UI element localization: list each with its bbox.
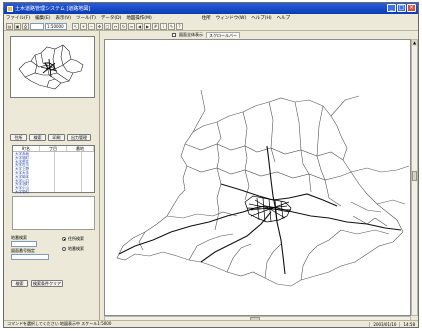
chome-column: [54, 152, 80, 192]
pan-icon[interactable]: ✥: [96, 22, 103, 30]
vertical-scrollbar[interactable]: ▲: [411, 39, 418, 316]
print-icon[interactable]: ⎙: [22, 22, 29, 30]
edit-icon[interactable]: ✎: [168, 22, 175, 30]
status-message: コマンドを選択してください 地図表示中 スケール1:5000: [7, 321, 112, 326]
save-icon[interactable]: ▣: [14, 22, 21, 30]
search-button[interactable]: 検索: [11, 280, 28, 287]
menu-file[interactable]: ファイル(F): [6, 15, 30, 21]
status-date: 2003/01/10: [369, 321, 399, 327]
address-list[interactable]: 町名 丁目 番地 大字赤坂 大字旭町 大字荒井 大字石川 大字上野 大字大手 大…: [12, 145, 95, 195]
overview-map-drawing: [18, 44, 84, 90]
close-button[interactable]: ×: [407, 4, 416, 12]
sheet-number-field[interactable]: [11, 254, 49, 260]
open-icon[interactable]: ▤: [6, 22, 13, 30]
scrollbar-tab[interactable]: スクロールバー: [206, 31, 240, 38]
help-icon[interactable]: ?: [176, 22, 183, 30]
menu-help-2[interactable]: ヘルプ: [277, 15, 291, 21]
map-canvas[interactable]: [104, 39, 411, 316]
scroll-up-icon[interactable]: ▲: [412, 40, 417, 46]
vertical-scroll-thumb[interactable]: [412, 171, 417, 181]
menu-view[interactable]: 表示(V): [55, 15, 71, 21]
tab-print[interactable]: 印刷: [48, 134, 65, 141]
window-controls: _ □ ×: [387, 4, 416, 12]
info-icon[interactable]: i: [160, 22, 167, 30]
title-bar[interactable]: 土木道路管理システム [道路地図] _ □ ×: [4, 3, 418, 14]
column-header-banchi[interactable]: 番地: [67, 146, 94, 151]
menu-window[interactable]: ウィンドウ(W): [216, 15, 246, 21]
list-item[interactable]: 大字栄町: [15, 190, 51, 195]
result-box[interactable]: [12, 196, 95, 230]
overview-checkbox-label: 図面全体表示: [179, 31, 203, 37]
arrow-left-icon[interactable]: ◀: [136, 22, 143, 30]
app-icon: [7, 5, 13, 12]
menu-help[interactable]: ヘルプ(H): [251, 15, 271, 21]
menu-edit[interactable]: 編集(E): [35, 15, 50, 21]
banchi-column: [81, 152, 95, 192]
minimize-button[interactable]: _: [387, 4, 396, 12]
lot-search-radio[interactable]: [62, 247, 66, 251]
left-panel: 住所 検索 印刷 出力管理 町名 丁目 番地 大字赤坂 大字旭町 大字荒井 大字…: [5, 31, 100, 321]
address-search-radio[interactable]: [62, 237, 66, 241]
scale-select[interactable]: 1:50000: [45, 22, 67, 30]
app-window: 土木道路管理システム [道路地図] _ □ × ファイル(F) 編集(E) 表示…: [3, 2, 419, 328]
maximize-button[interactable]: □: [397, 4, 406, 12]
menu-map[interactable]: 地図操作(M): [126, 15, 151, 21]
tab-search[interactable]: 検索: [29, 134, 46, 141]
panel-tab-row: 住所 検索 印刷 出力管理: [10, 134, 91, 141]
zoom-in-icon[interactable]: +: [80, 22, 87, 30]
layer-icon[interactable]: ≡: [128, 22, 135, 30]
clear-conditions-button[interactable]: 検索条件クリア: [31, 280, 63, 287]
road-map-drawing: [116, 89, 410, 287]
overview-map[interactable]: [10, 36, 95, 98]
tab-address[interactable]: 住所: [10, 134, 27, 141]
search-input[interactable]: [30, 22, 44, 30]
grid-icon[interactable]: #: [152, 22, 159, 30]
column-header-chome[interactable]: 丁目: [40, 146, 67, 151]
menu-tools[interactable]: ツール(T): [76, 15, 96, 21]
window-title: 土木道路管理システム [道路地図]: [15, 6, 91, 12]
lot-search-field[interactable]: [11, 241, 37, 247]
menu-data[interactable]: データ(D): [101, 15, 121, 21]
lot-search-radio-label: 地番検索: [68, 246, 84, 251]
zoom-out-icon[interactable]: −: [88, 22, 95, 30]
arrow-right-icon[interactable]: ▶: [144, 22, 151, 30]
measure-icon[interactable]: ↔: [112, 22, 119, 30]
column-header-town[interactable]: 町名: [13, 146, 40, 151]
pointer-icon[interactable]: ↖: [72, 22, 79, 30]
tab-output[interactable]: 出力管理: [67, 134, 91, 141]
status-bar: コマンドを選択してください 地図表示中 スケール1:5000 2003/01/1…: [4, 320, 418, 327]
map-options-bar: 図面全体表示 スクロールバー: [172, 31, 418, 38]
status-time: 14:58: [399, 321, 418, 327]
menu-bar: ファイル(F) 編集(E) 表示(V) ツール(T) データ(D) 地図操作(M…: [4, 14, 418, 22]
menu-address[interactable]: 住所: [202, 15, 211, 21]
town-column: 大字赤坂 大字旭町 大字荒井 大字石川 大字上野 大字大手 大字岡本 大字川口 …: [13, 152, 53, 195]
address-search-radio-label: 住所検索: [68, 236, 84, 241]
rectangle-select-icon[interactable]: □: [104, 22, 111, 30]
refresh-icon[interactable]: ↻: [120, 22, 127, 30]
overview-checkbox[interactable]: [172, 32, 176, 37]
toolbar: ▤ ▣ ⎙ 1:50000 ↖ + − ✥ □ ↔ ↻ ≡ ◀ ▶ # i ✎ …: [4, 22, 418, 31]
